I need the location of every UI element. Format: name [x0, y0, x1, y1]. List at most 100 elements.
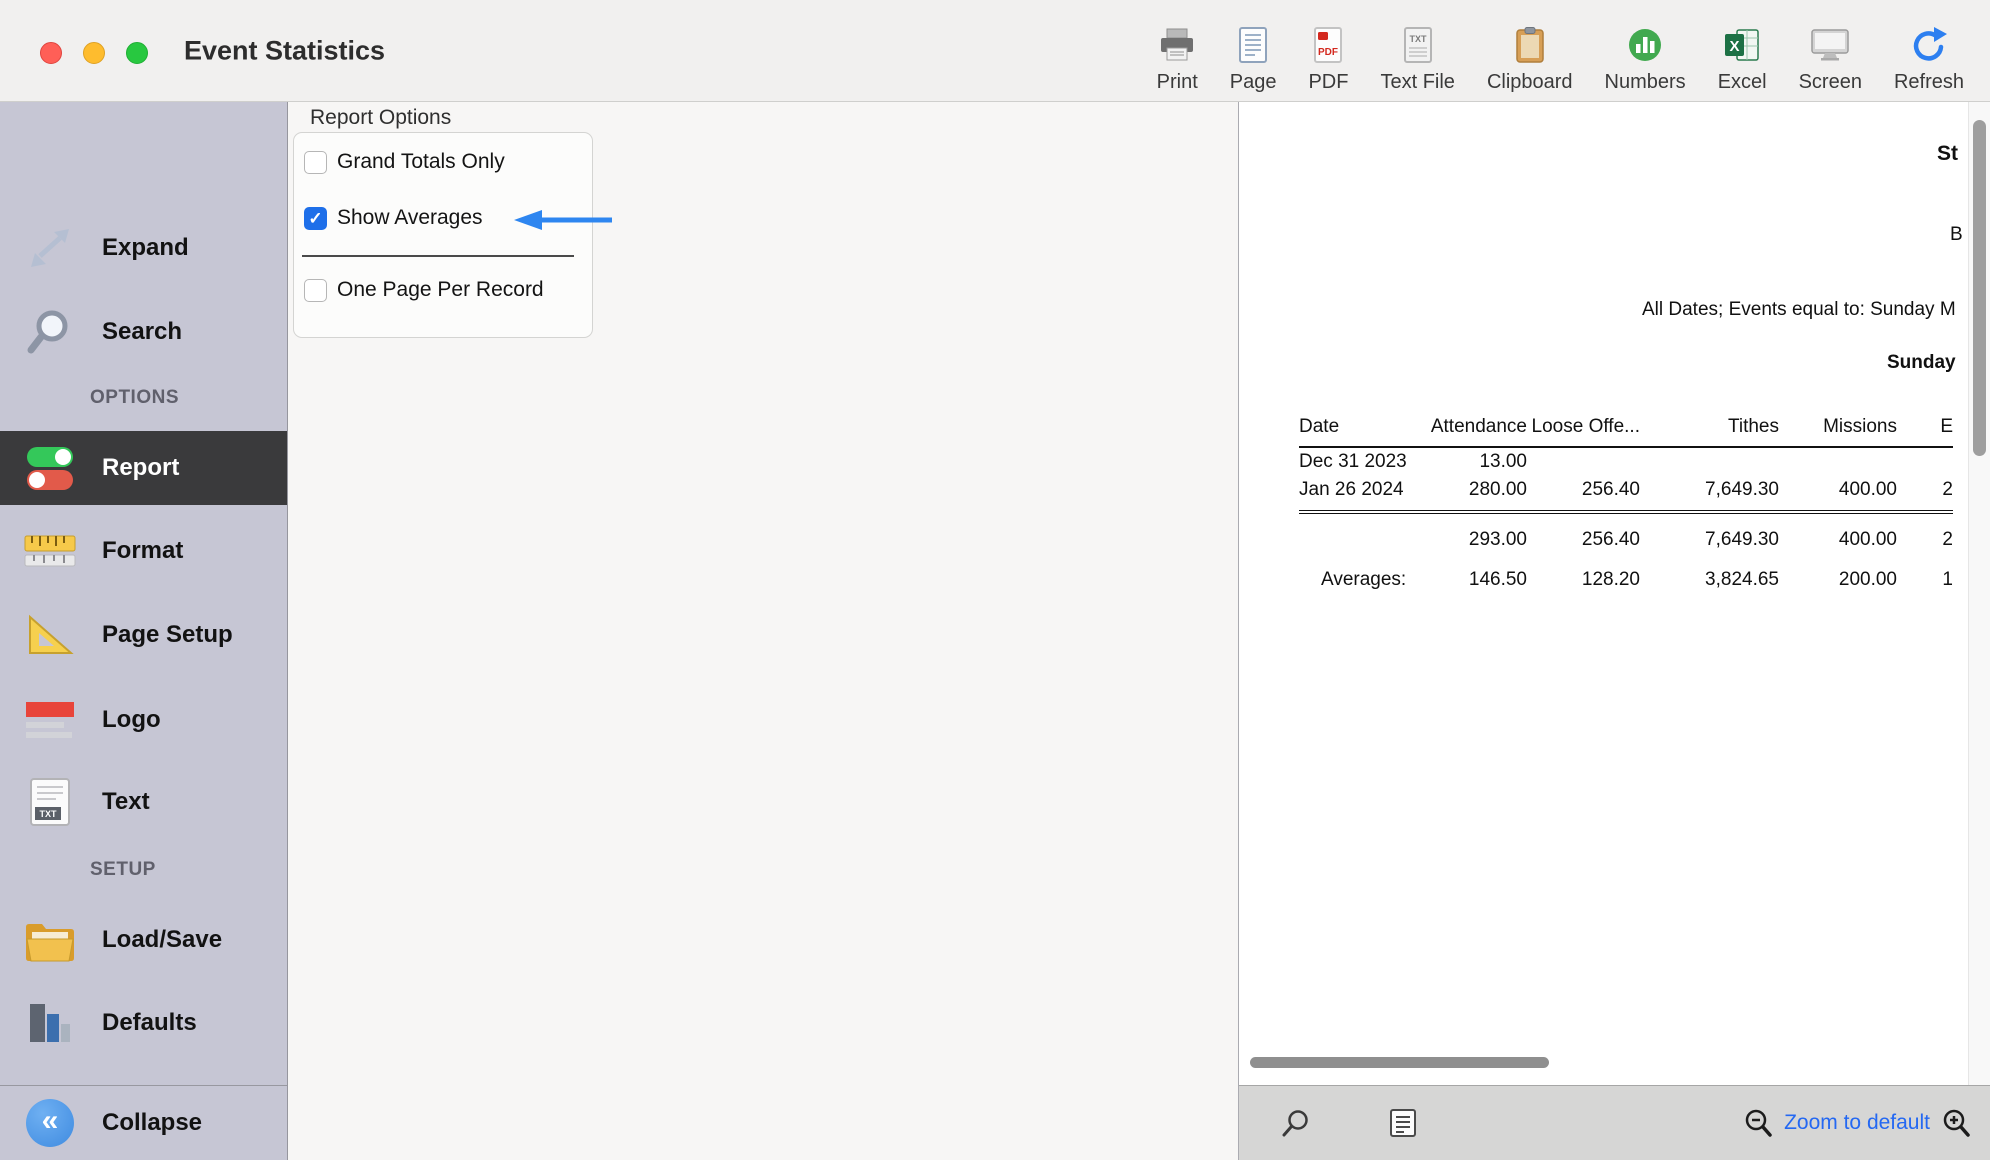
col-header-missions: Missions: [1779, 398, 1897, 447]
zoom-in-icon[interactable]: [1940, 1107, 1972, 1139]
checkbox-label: Show Averages: [337, 206, 483, 230]
toolbar-page[interactable]: Page: [1230, 6, 1277, 94]
cell-clipped: [1897, 447, 1953, 476]
svg-text:TXT: TXT: [40, 809, 58, 819]
svg-text:TXT: TXT: [1409, 34, 1427, 44]
svg-text:PDF: PDF: [1318, 47, 1338, 58]
zoom-button[interactable]: [126, 42, 148, 64]
toolbar-label: PDF: [1308, 71, 1348, 94]
zoom-out-icon[interactable]: [1742, 1107, 1774, 1139]
spacer-row: [1299, 554, 1953, 566]
sidebar-item-format[interactable]: Format: [0, 514, 287, 588]
sidebar-item-label: Defaults: [102, 1009, 197, 1037]
printer-icon: [1158, 22, 1196, 68]
sidebar-item-text[interactable]: TXT Text: [0, 765, 287, 839]
traffic-lights: [40, 42, 148, 64]
report-group-label: Sunday: [1887, 352, 1956, 374]
options-panel: Report Options Grand Totals Only Show Av…: [288, 102, 1239, 1160]
sidebar-item-expand[interactable]: Expand: [0, 211, 287, 285]
toolbar-excel[interactable]: X Excel: [1718, 6, 1767, 94]
checkbox-row-grand-totals-only[interactable]: Grand Totals Only: [304, 147, 505, 177]
col-header-date: Date: [1299, 398, 1419, 447]
vertical-scrollbar-track[interactable]: [1968, 102, 1990, 1085]
folder-icon: [14, 918, 86, 962]
svg-text:X: X: [1730, 38, 1740, 55]
toolbar: Print Page: [1157, 6, 1964, 94]
toolbar-label: Screen: [1799, 71, 1862, 94]
checkbox-label: Grand Totals Only: [337, 150, 505, 174]
sidebar-footer: « Collapse: [0, 1085, 287, 1160]
cell-attendance: 146.50: [1419, 566, 1527, 594]
cell-clipped: 1: [1897, 566, 1953, 594]
options-separator: [302, 255, 574, 257]
toolbar-numbers[interactable]: Numbers: [1605, 6, 1686, 94]
sidebar-item-label: Load/Save: [102, 926, 222, 954]
window-title: Event Statistics: [184, 35, 385, 66]
sidebar: Expand Search OPTIONS Report: [0, 102, 288, 1160]
sidebar-item-search[interactable]: Search: [0, 295, 287, 369]
titlebar: Event Statistics Print: [0, 0, 1990, 102]
sidebar-item-defaults[interactable]: Defaults: [0, 986, 287, 1060]
text-view-icon[interactable]: [1389, 1108, 1417, 1138]
preview-footer: Zoom to default: [1239, 1085, 1990, 1160]
sidebar-collapse-button[interactable]: Collapse: [102, 1109, 202, 1137]
sidebar-item-load-save[interactable]: Load/Save: [0, 903, 287, 977]
toolbar-label: Text File: [1380, 71, 1454, 94]
sidebar-item-label: Format: [102, 537, 183, 565]
sidebar-item-page-setup[interactable]: Page Setup: [0, 598, 287, 672]
toolbar-label: Clipboard: [1487, 71, 1573, 94]
set-square-icon: [14, 612, 86, 658]
logo-bars-icon: [14, 699, 86, 741]
table-row: Jan 26 2024 280.00 256.40 7,649.30 400.0…: [1299, 476, 1953, 512]
clipboard-icon: [1514, 22, 1546, 68]
sidebar-item-logo[interactable]: Logo: [0, 683, 287, 757]
checkbox-label: One Page Per Record: [337, 278, 544, 302]
horizontal-scrollbar[interactable]: [1250, 1057, 1549, 1068]
screen-icon: [1810, 22, 1850, 68]
preview-search-icon[interactable]: [1281, 1108, 1311, 1138]
zoom-to-default-link[interactable]: Zoom to default: [1784, 1111, 1930, 1135]
toolbar-refresh[interactable]: Refresh: [1894, 6, 1964, 94]
toolbar-label: Numbers: [1605, 71, 1686, 94]
sidebar-item-report[interactable]: Report: [0, 431, 287, 505]
cell-clipped: 2: [1897, 512, 1953, 554]
cell-missions: [1779, 447, 1897, 476]
minimize-button[interactable]: [83, 42, 105, 64]
report-options-title: Report Options: [310, 106, 451, 130]
cell-loose-offering: 256.40: [1527, 476, 1640, 512]
report-preview-panel: St B All Dates; Events equal to: Sunday …: [1239, 102, 1990, 1160]
checkbox-row-show-averages[interactable]: Show Averages: [304, 203, 483, 233]
sidebar-item-label: Report: [102, 454, 179, 482]
col-header-tithes: Tithes: [1640, 398, 1779, 447]
cell-tithes: 7,649.30: [1640, 476, 1779, 512]
sidebar-item-label: Text: [102, 788, 150, 816]
sidebar-item-label: Search: [102, 318, 182, 346]
cell-loose-offering: [1527, 447, 1640, 476]
magnifier-icon: [14, 307, 86, 357]
one-page-per-record-checkbox[interactable]: [304, 279, 327, 302]
show-averages-checkbox[interactable]: [304, 207, 327, 230]
cell-tithes: 7,649.30: [1640, 512, 1779, 554]
cell-date: Dec 31 2023: [1299, 447, 1419, 476]
toolbar-clipboard[interactable]: Clipboard: [1487, 6, 1573, 94]
sidebar-section-setup: SETUP: [0, 859, 287, 881]
averages-row: Averages: 146.50 128.20 3,824.65 200.00 …: [1299, 566, 1953, 594]
report-table: Date Attendance Loose Offe... Tithes Mis…: [1299, 398, 1953, 594]
annotation-arrow-icon: [512, 206, 616, 239]
checkbox-row-one-page-per-record[interactable]: One Page Per Record: [304, 275, 544, 305]
toolbar-text-file[interactable]: TXT Text File: [1380, 6, 1454, 94]
close-button[interactable]: [40, 42, 62, 64]
toggle-off-icon: [27, 470, 73, 490]
totals-row: 293.00 256.40 7,649.30 400.00 2: [1299, 512, 1953, 554]
cell-loose-offering: 256.40: [1527, 512, 1640, 554]
cell-tithes: 3,824.65: [1640, 566, 1779, 594]
toolbar-pdf[interactable]: PDF PDF: [1308, 6, 1348, 94]
report-filter-line: All Dates; Events equal to: Sunday M: [1642, 299, 1956, 321]
vertical-scrollbar-thumb[interactable]: [1973, 120, 1986, 456]
toolbar-screen[interactable]: Screen: [1799, 6, 1862, 94]
grand-totals-only-checkbox[interactable]: [304, 151, 327, 174]
cell-attendance: 13.00: [1419, 447, 1527, 476]
toolbar-print[interactable]: Print: [1157, 6, 1198, 94]
cell-label: [1299, 512, 1419, 554]
toolbar-label: Print: [1157, 71, 1198, 94]
